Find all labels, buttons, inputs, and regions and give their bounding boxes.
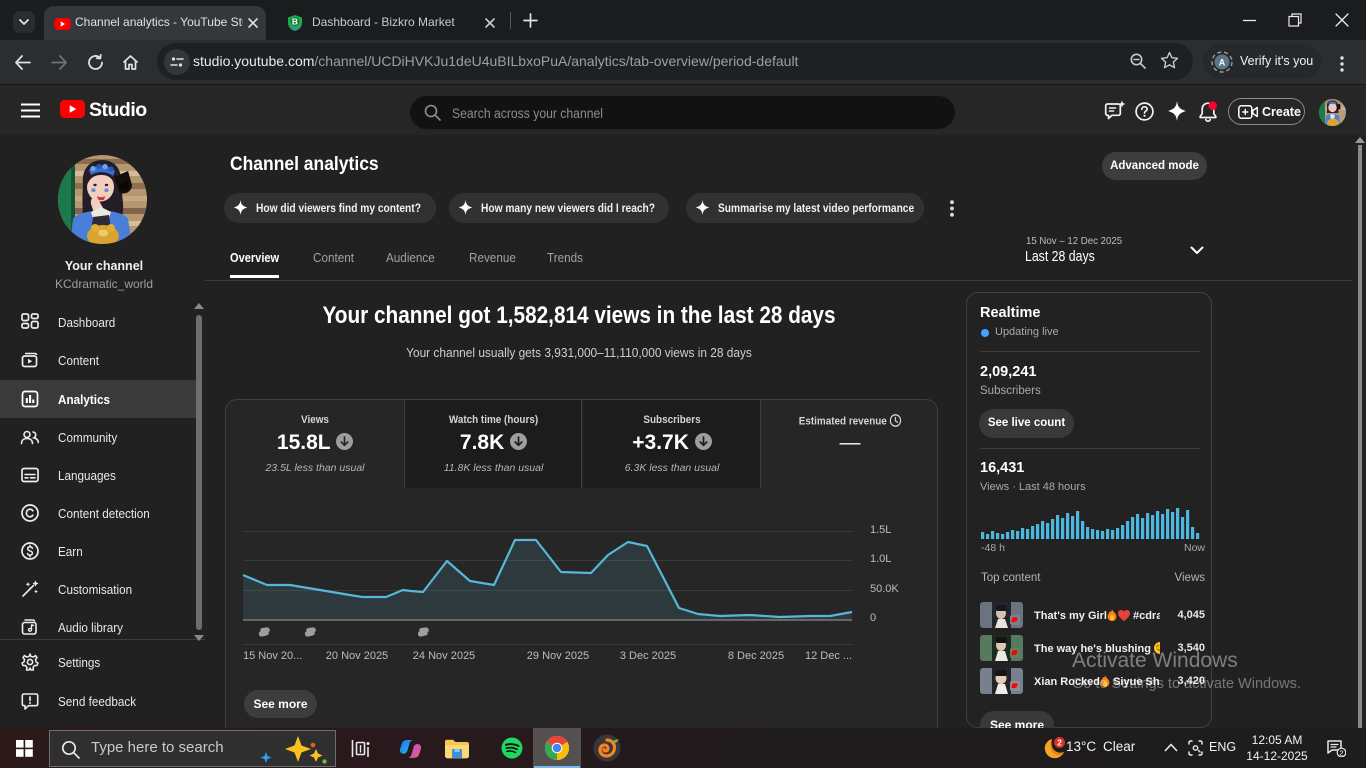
svg-text:2: 2: [1339, 748, 1343, 757]
svg-text:2: 2: [1057, 738, 1062, 748]
svg-text:A: A: [1219, 57, 1226, 67]
svg-text:B: B: [292, 17, 298, 27]
